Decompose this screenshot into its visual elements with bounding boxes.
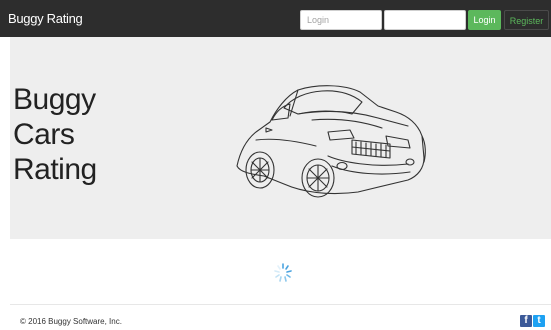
twitter-icon[interactable]: t bbox=[533, 315, 545, 327]
copyright-text: © 2016 Buggy Software, Inc. bbox=[20, 317, 122, 326]
hero-title-line-3: Rating bbox=[13, 153, 97, 186]
car-illustration bbox=[236, 85, 426, 198]
footer-divider bbox=[10, 304, 551, 305]
brand-link[interactable]: Buggy Rating bbox=[8, 0, 83, 37]
hero-banner: Buggy Cars Rating bbox=[10, 37, 551, 239]
password-input[interactable] bbox=[384, 10, 466, 30]
facebook-icon[interactable]: f bbox=[520, 315, 532, 327]
login-button[interactable]: Login bbox=[468, 10, 501, 30]
register-button[interactable]: Register bbox=[504, 10, 549, 30]
top-navbar: Buggy Rating Login Register bbox=[0, 0, 551, 37]
loading-spinner-icon bbox=[274, 263, 292, 282]
hero-title: Buggy Cars Rating bbox=[13, 82, 97, 187]
login-input[interactable] bbox=[300, 10, 382, 30]
hero-title-line-1: Buggy bbox=[13, 83, 96, 116]
hero-title-line-2: Cars bbox=[13, 118, 75, 151]
